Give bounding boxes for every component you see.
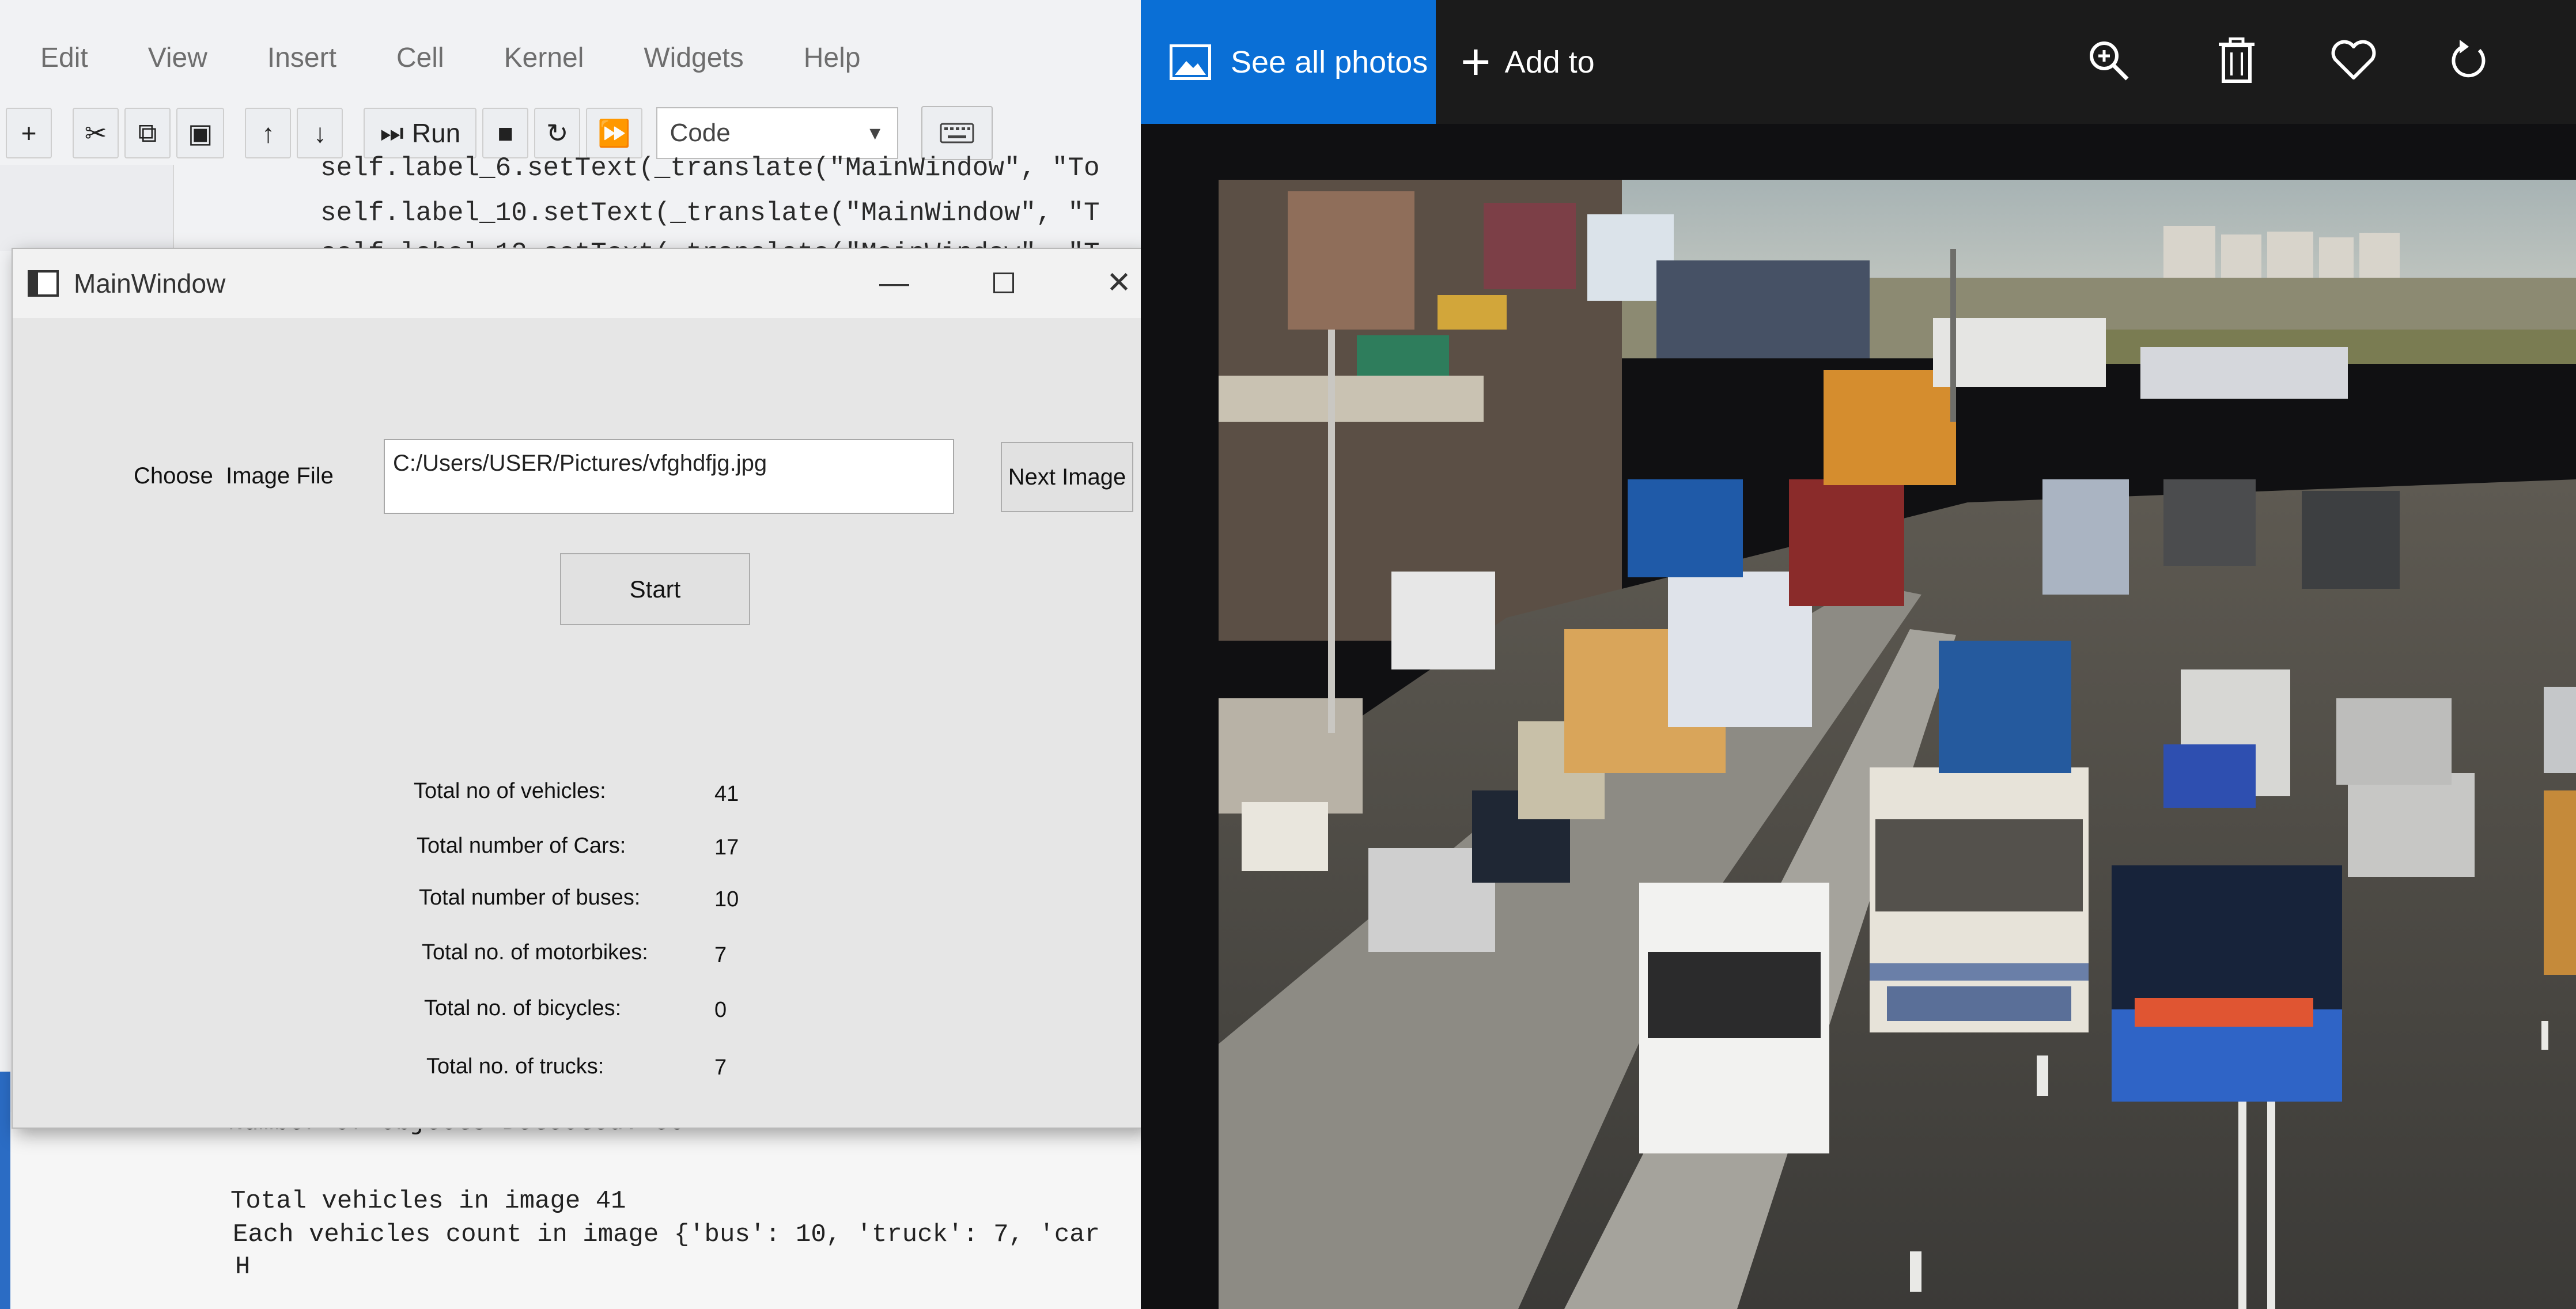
output-line: H: [235, 1253, 251, 1281]
restart-button[interactable]: ↻: [534, 108, 581, 158]
copy-button[interactable]: ⧉: [124, 108, 171, 158]
photos-toolbar: See all photos + Add to: [1141, 0, 2576, 124]
plus-icon: +: [1461, 33, 1491, 91]
total-bicycles-label: Total no. of bicycles:: [424, 996, 622, 1020]
run-button[interactable]: ⏭ Run: [364, 108, 477, 158]
zoom-button[interactable]: [2077, 29, 2140, 92]
total-buses-value: 10: [714, 887, 739, 911]
arrow-down-icon: ↓: [313, 118, 327, 148]
window-titlebar[interactable]: MainWindow — ✕: [13, 249, 1141, 318]
paste-icon: ▣: [188, 118, 213, 148]
close-icon: ✕: [1106, 266, 1132, 300]
cell-type-select[interactable]: Code ▼: [656, 107, 898, 159]
output-line: Total vehicles in image 41: [230, 1187, 626, 1216]
menu-widgets[interactable]: Widgets: [644, 42, 743, 74]
favorite-button[interactable]: [2322, 29, 2385, 92]
total-motorbikes-value: 7: [714, 943, 727, 967]
output-line: Each vehicles count in image {'bus': 10,…: [233, 1220, 1100, 1249]
maximize-icon: [993, 273, 1014, 293]
chevron-down-icon: ▼: [865, 122, 884, 143]
add-to-button[interactable]: + Add to: [1461, 0, 1595, 124]
delete-button[interactable]: [2205, 29, 2268, 92]
close-button[interactable]: ✕: [1096, 263, 1141, 303]
keyboard-icon: [940, 123, 974, 143]
picture-icon: [1170, 44, 1211, 80]
zoom-in-icon: [2090, 41, 2129, 81]
move-down-button[interactable]: ↓: [297, 108, 343, 158]
heart-icon: [2331, 40, 2376, 80]
minimize-icon: —: [879, 266, 909, 300]
menu-help[interactable]: Help: [804, 42, 861, 74]
insert-cell-button[interactable]: +: [6, 108, 52, 158]
cell-selection-bar: [0, 1072, 10, 1309]
rotate-icon: [2452, 40, 2486, 78]
delete-icon: [2219, 37, 2255, 83]
total-cars-label: Total number of Cars:: [417, 834, 626, 858]
run-label: Run: [411, 118, 461, 148]
image-path-field[interactable]: C:/Users/USER/Pictures/vfghdfjg.jpg: [384, 439, 954, 514]
scissors-icon: ✂: [84, 118, 107, 148]
maximize-button[interactable]: [981, 263, 1027, 303]
keyboard-shortcuts-button[interactable]: [921, 106, 993, 160]
arrow-up-icon: ↑: [261, 118, 275, 148]
code-line: self.label_10.setText(_translate("MainWi…: [320, 198, 1100, 228]
total-cars-value: 17: [714, 835, 739, 860]
see-all-photos-button[interactable]: See all photos: [1141, 0, 1436, 124]
total-bicycles-value: 0: [714, 998, 727, 1022]
restart-icon: ↻: [546, 118, 569, 148]
menu-insert[interactable]: Insert: [267, 42, 336, 74]
next-image-button[interactable]: Next Image: [1001, 442, 1133, 512]
cell-type-value: Code: [669, 119, 731, 147]
start-button[interactable]: Start: [560, 553, 750, 625]
total-vehicles-value: 41: [714, 782, 739, 806]
fast-forward-icon: ⏩: [597, 118, 631, 148]
cell-gutter: [0, 165, 174, 251]
notebook-menubar: Edit View Insert Cell Kernel Widgets Hel…: [0, 23, 1141, 92]
total-motorbikes-label: Total no. of motorbikes:: [422, 940, 648, 964]
paste-button[interactable]: ▣: [176, 108, 225, 158]
total-trucks-value: 7: [714, 1055, 727, 1080]
jupyter-notebook: Edit View Insert Cell Kernel Widgets Hel…: [0, 0, 1141, 1309]
window-icon: [28, 270, 59, 297]
restart-run-all-button[interactable]: ⏩: [586, 108, 642, 158]
window-title: MainWindow: [74, 268, 226, 298]
rotate-button[interactable]: [2437, 29, 2501, 92]
street-traffic-photo: [1219, 180, 2576, 1309]
menu-edit[interactable]: Edit: [40, 42, 88, 74]
choose-image-label: Choose Image File: [134, 463, 334, 489]
add-to-label: Add to: [1504, 44, 1595, 80]
see-all-photos-label: See all photos: [1231, 44, 1428, 80]
copy-icon: ⧉: [138, 118, 157, 147]
main-window: MainWindow — ✕ Choose Image File C:/User…: [12, 248, 1141, 1129]
minimize-button[interactable]: —: [871, 263, 917, 303]
cut-button[interactable]: ✂: [73, 108, 119, 158]
total-vehicles-label: Total no of vehicles:: [414, 779, 606, 803]
menu-view[interactable]: View: [148, 42, 207, 74]
cell-output: Number of Objects Detected: 50 Total veh…: [0, 1109, 1141, 1309]
move-up-button[interactable]: ↑: [245, 108, 292, 158]
total-trucks-label: Total no. of trucks:: [426, 1054, 604, 1079]
menu-kernel[interactable]: Kernel: [504, 42, 584, 74]
step-forward-icon: ⏭: [380, 118, 404, 147]
total-buses-label: Total number of buses:: [419, 886, 641, 910]
code-line: self.label_6.setText(_translate("MainWin…: [320, 153, 1100, 183]
interrupt-button[interactable]: ■: [482, 108, 529, 158]
photos-app: See all photos + Add to: [1141, 0, 2576, 1309]
stop-icon: ■: [497, 118, 514, 148]
code-cell-source[interactable]: self.label_6.setText(_translate("MainWin…: [0, 153, 1141, 268]
menu-cell[interactable]: Cell: [396, 42, 444, 74]
plus-icon: +: [21, 118, 37, 148]
